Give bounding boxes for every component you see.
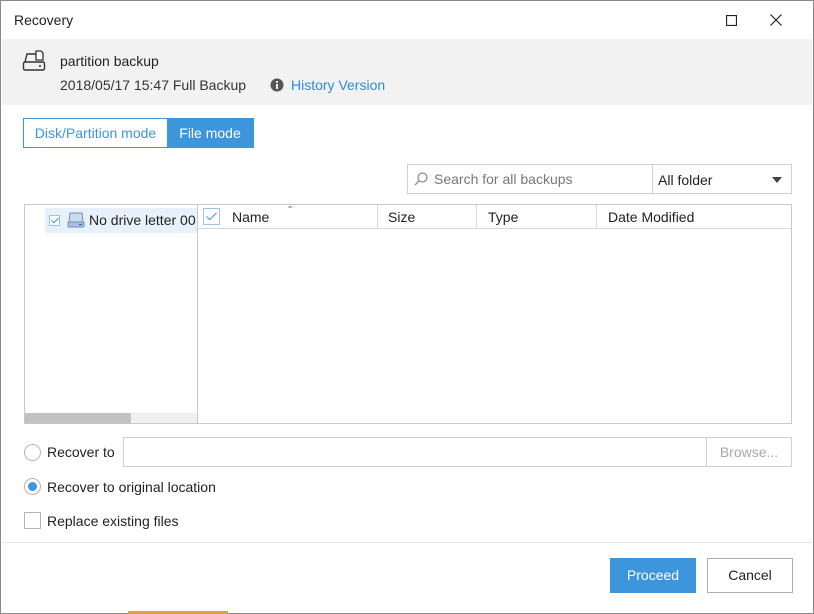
tree-item-checkbox[interactable]: [49, 215, 60, 226]
chevron-down-icon: [772, 177, 782, 183]
window-title: Recovery: [14, 12, 74, 28]
backup-date-type: 2018/05/17 15:47 Full Backup: [60, 77, 247, 93]
scrollbar-thumb[interactable]: [25, 413, 131, 423]
maximize-icon: [725, 14, 737, 26]
maximize-button[interactable]: [708, 1, 754, 39]
folder-filter-select[interactable]: All folder: [652, 164, 792, 194]
search-box: [407, 164, 653, 194]
recover-to-radio[interactable]: [24, 444, 41, 461]
backup-name: partition backup: [60, 53, 159, 69]
file-list-header: Name ⌃ Size Type Date Modified: [198, 205, 791, 229]
sort-ascending-icon: ⌃: [286, 205, 295, 216]
footer-divider: [2, 542, 812, 543]
close-icon: [770, 14, 782, 26]
info-icon: [270, 78, 284, 92]
folder-filter-value: All folder: [658, 172, 713, 188]
column-name[interactable]: Name: [232, 205, 376, 228]
backup-info-header: partition backup 2018/05/17 15:47 Full B…: [2, 39, 812, 105]
drive-icon: [67, 212, 85, 228]
recover-original-label: Recover to original location: [47, 479, 216, 495]
replace-existing-label: Replace existing files: [47, 513, 179, 529]
recovery-dialog: Recovery partition backup 2018/05/17 15:…: [0, 0, 814, 614]
file-list: Name ⌃ Size Type Date Modified: [197, 204, 792, 424]
replace-existing-checkbox[interactable]: [24, 512, 41, 529]
column-date-modified[interactable]: Date Modified: [608, 205, 788, 228]
search-input[interactable]: [434, 169, 648, 189]
column-type[interactable]: Type: [488, 205, 596, 228]
search-icon: [414, 172, 428, 186]
tree-horizontal-scrollbar[interactable]: [25, 413, 198, 423]
disk-backup-icon: [22, 50, 46, 71]
drive-tree: No drive letter 00: [24, 204, 198, 424]
cancel-button[interactable]: Cancel: [707, 558, 793, 593]
column-divider[interactable]: [596, 205, 597, 228]
column-size[interactable]: Size: [388, 205, 476, 228]
column-divider[interactable]: [476, 205, 477, 228]
tab-file-mode[interactable]: File mode: [167, 119, 253, 147]
close-button[interactable]: [753, 1, 799, 39]
proceed-button[interactable]: Proceed: [610, 558, 696, 593]
browse-button[interactable]: Browse...: [706, 437, 792, 467]
history-version-link[interactable]: History Version: [291, 77, 385, 93]
recover-to-label: Recover to: [47, 444, 115, 460]
mode-tabs: Disk/Partition mode File mode: [23, 118, 254, 148]
recover-to-path-input[interactable]: [123, 437, 707, 467]
tree-item-no-drive-letter[interactable]: No drive letter 00: [45, 208, 198, 233]
tab-disk-partition-mode[interactable]: Disk/Partition mode: [24, 119, 167, 147]
recover-original-radio[interactable]: [24, 478, 41, 495]
tree-item-label: No drive letter 00: [89, 212, 196, 228]
select-all-checkbox[interactable]: [203, 208, 220, 225]
title-bar[interactable]: Recovery: [1, 1, 813, 39]
column-divider[interactable]: [377, 205, 378, 228]
